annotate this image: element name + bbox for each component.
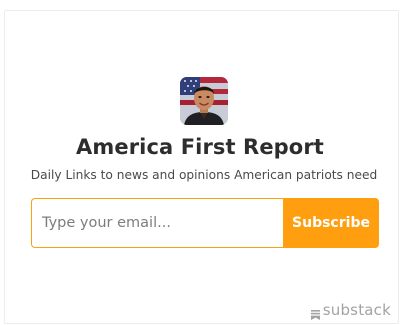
substack-brand-link[interactable]: substack [310, 301, 391, 320]
page-subtitle: Daily Links to news and opinions America… [30, 168, 378, 182]
avatar-image [180, 77, 228, 125]
subscribe-button[interactable]: Subscribe [283, 198, 379, 248]
substack-brand-label: substack [322, 301, 391, 319]
avatar [180, 77, 228, 125]
email-input[interactable] [31, 198, 283, 248]
subscribe-form: Subscribe [31, 198, 379, 248]
page-title: America First Report [76, 135, 324, 159]
substack-logo-icon [310, 305, 320, 320]
subscribe-widget [4, 10, 399, 324]
